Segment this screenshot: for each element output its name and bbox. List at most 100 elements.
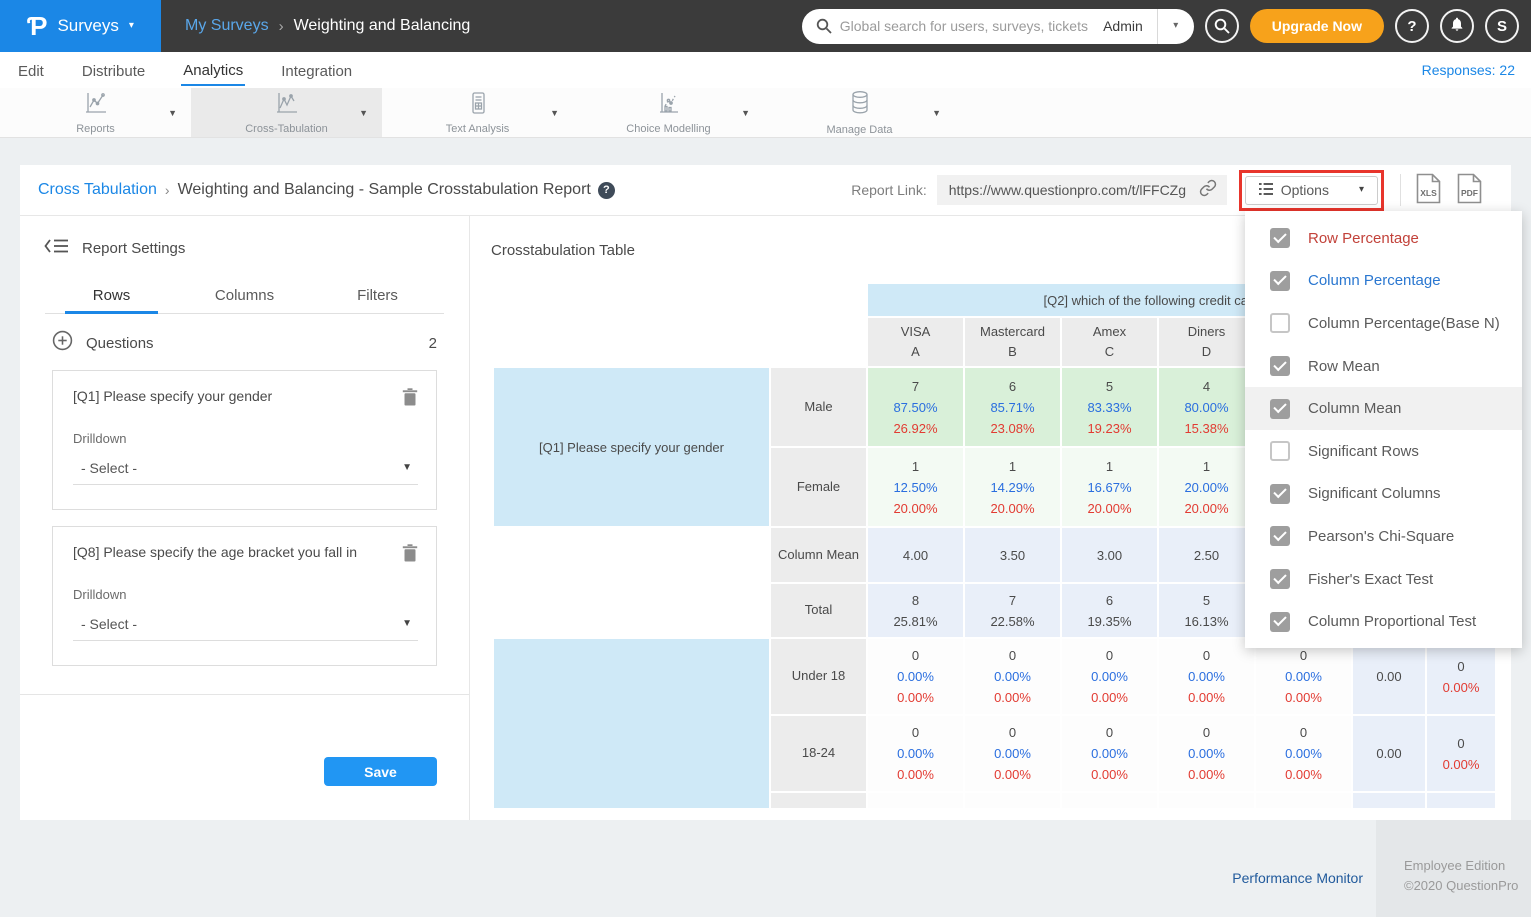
ribbon-item-reports[interactable]: Reports ▼ xyxy=(0,88,191,137)
trash-icon xyxy=(402,394,418,409)
search-scope-dropdown[interactable]: ▾ xyxy=(1158,9,1194,44)
cross-tabulation-link[interactable]: Cross Tabulation xyxy=(38,181,157,199)
delete-question-button[interactable] xyxy=(402,388,418,409)
report-title: Weighting and Balancing - Sample Crossta… xyxy=(178,181,591,199)
options-button[interactable]: Options ▾ xyxy=(1245,176,1378,205)
checked-checkbox-icon[interactable] xyxy=(1270,228,1290,248)
question-card: [Q8] Please specify the age bracket you … xyxy=(52,526,437,666)
tab-edit[interactable]: Edit xyxy=(16,56,46,85)
tab-rows[interactable]: Rows xyxy=(45,281,178,313)
ribbon-item-choice-modelling[interactable]: Choice Modelling ▼ xyxy=(573,88,764,137)
checked-checkbox-icon[interactable] xyxy=(1270,356,1290,376)
menu-item-column-mean[interactable]: Column Mean xyxy=(1245,387,1522,430)
settings-tabs: RowsColumnsFilters xyxy=(45,281,444,314)
save-button[interactable]: Save xyxy=(324,757,437,786)
checked-checkbox-icon[interactable] xyxy=(1270,612,1290,632)
avatar[interactable]: S xyxy=(1485,9,1519,43)
product-switcher[interactable]: Ƥ Surveys ▾ xyxy=(0,0,161,52)
tab-distribute[interactable]: Distribute xyxy=(80,56,147,85)
menu-item-column-percentage-base-n-[interactable]: Column Percentage(Base N) xyxy=(1245,302,1522,345)
ribbon-item-label: Choice Modelling xyxy=(626,123,710,135)
questionpro-logo-icon: Ƥ xyxy=(27,13,47,39)
choice-chart-icon xyxy=(657,91,681,120)
ribbon-item-text-analysis[interactable]: Text Analysis▼ xyxy=(382,88,573,137)
checked-checkbox-icon[interactable] xyxy=(1270,484,1290,504)
questionpro-app: Ƥ Surveys ▾ My Surveys › Weighting and B… xyxy=(0,0,1531,917)
help-button[interactable]: ? xyxy=(1395,9,1429,43)
database-icon xyxy=(848,90,872,121)
crosstab-cell: 00.00%0.00% xyxy=(1159,716,1254,791)
edition-box: Employee Edition ©2020 QuestionPro xyxy=(1376,820,1531,917)
menu-item-fisher-s-exact-test[interactable]: Fisher's Exact Test xyxy=(1245,558,1522,601)
menu-item-significant-rows[interactable]: Significant Rows xyxy=(1245,430,1522,473)
chevron-down-icon[interactable]: ▼ xyxy=(550,108,559,118)
avatar-initial: S xyxy=(1497,18,1507,35)
chevron-down-icon: ▼ xyxy=(402,463,412,473)
chevron-down-icon[interactable]: ▼ xyxy=(741,108,750,118)
crosstab-cell: 114.29%20.00% xyxy=(965,448,1060,526)
crosstab-cell: 3.00 xyxy=(1062,528,1157,582)
options-label: Options xyxy=(1281,182,1329,198)
ribbon-item-label: Manage Data xyxy=(826,124,892,136)
global-search-input[interactable] xyxy=(840,18,1089,34)
menu-item-pearson-s-chi-square[interactable]: Pearson's Chi-Square xyxy=(1245,515,1522,558)
menu-item-row-mean[interactable]: Row Mean xyxy=(1245,345,1522,388)
column-header: MastercardB xyxy=(965,318,1060,366)
questions-label: Questions xyxy=(86,335,154,352)
ribbon-item-label: Reports xyxy=(76,123,115,135)
report-header: Cross Tabulation › Weighting and Balanci… xyxy=(20,165,1511,215)
checked-checkbox-icon[interactable] xyxy=(1270,526,1290,546)
checked-checkbox-icon[interactable] xyxy=(1270,399,1290,419)
drilldown-select[interactable]: - Select -▼ xyxy=(73,616,418,641)
tab-analytics[interactable]: Analytics xyxy=(181,55,245,86)
crosstab-cell: 116.67%20.00% xyxy=(1062,448,1157,526)
tab-filters[interactable]: Filters xyxy=(311,281,444,313)
crosstab-cell: 00.00%0.00% xyxy=(868,639,963,714)
menu-item-column-proportional-test[interactable]: Column Proportional Test xyxy=(1245,600,1522,643)
export-xls-button[interactable]: XLS xyxy=(1415,173,1442,207)
question-title: [Q8] Please specify the age bracket you … xyxy=(73,544,357,560)
upgrade-now-button[interactable]: Upgrade Now xyxy=(1250,9,1384,43)
chevron-down-icon[interactable]: ▼ xyxy=(359,108,368,118)
crosstab-cell: 619.35% xyxy=(1062,584,1157,637)
crosstab-cell: 685.71%23.08% xyxy=(965,368,1060,446)
drilldown-select[interactable]: - Select - ▼ xyxy=(73,460,418,485)
unchecked-checkbox-icon[interactable] xyxy=(1270,441,1290,461)
product-name: Surveys xyxy=(57,16,118,36)
checked-checkbox-icon[interactable] xyxy=(1270,569,1290,589)
search-scope-label[interactable]: Admin xyxy=(1089,18,1157,34)
ribbon-item-cross-tabulation[interactable]: Cross-Tabulation▼ xyxy=(191,88,382,137)
q8-row-group-label xyxy=(494,639,769,808)
menu-item-label: Fisher's Exact Test xyxy=(1308,571,1433,588)
breadcrumb-my-surveys[interactable]: My Surveys xyxy=(185,17,269,35)
report-url[interactable]: https://www.questionpro.com/t/lFFCZg xyxy=(949,182,1191,198)
unchecked-checkbox-icon[interactable] xyxy=(1270,313,1290,333)
search-button[interactable] xyxy=(1205,9,1239,43)
drilldown-select-value: - Select - xyxy=(81,460,137,476)
report-settings-header: Report Settings xyxy=(20,216,469,259)
delete-question-button[interactable] xyxy=(402,544,418,565)
tab-integration[interactable]: Integration xyxy=(279,56,354,85)
report-link-label: Report Link: xyxy=(851,182,926,198)
survey-nav-items: Edit Distribute Analytics Integration xyxy=(16,55,388,86)
chevron-down-icon[interactable]: ▼ xyxy=(932,108,941,118)
crosstab-cell: 120.00%20.00% xyxy=(1159,448,1254,526)
export-pdf-button[interactable]: PDF xyxy=(1456,173,1483,207)
help-icon[interactable]: ? xyxy=(598,182,615,199)
collapse-panel-icon[interactable] xyxy=(44,238,69,259)
checked-checkbox-icon[interactable] xyxy=(1270,271,1290,291)
link-icon[interactable] xyxy=(1199,179,1217,202)
menu-item-column-percentage[interactable]: Column Percentage xyxy=(1245,260,1522,303)
notifications-button[interactable] xyxy=(1440,9,1474,43)
tab-columns[interactable]: Columns xyxy=(178,281,311,313)
ribbon-item-manage-data[interactable]: Manage Data ▼ xyxy=(764,88,955,137)
menu-item-significant-columns[interactable]: Significant Columns xyxy=(1245,473,1522,516)
performance-monitor-link[interactable]: Performance Monitor xyxy=(1232,870,1363,886)
chevron-down-icon[interactable]: ▼ xyxy=(168,108,177,118)
responses-count: Responses: 22 xyxy=(1422,62,1515,78)
menu-item-row-percentage[interactable]: Row Percentage xyxy=(1245,217,1522,260)
report-url-box[interactable]: https://www.questionpro.com/t/lFFCZg xyxy=(937,175,1227,205)
row-label: Female xyxy=(771,448,866,526)
add-question-icon[interactable] xyxy=(52,330,73,356)
crosstab-cell: 112.50%20.00% xyxy=(868,448,963,526)
